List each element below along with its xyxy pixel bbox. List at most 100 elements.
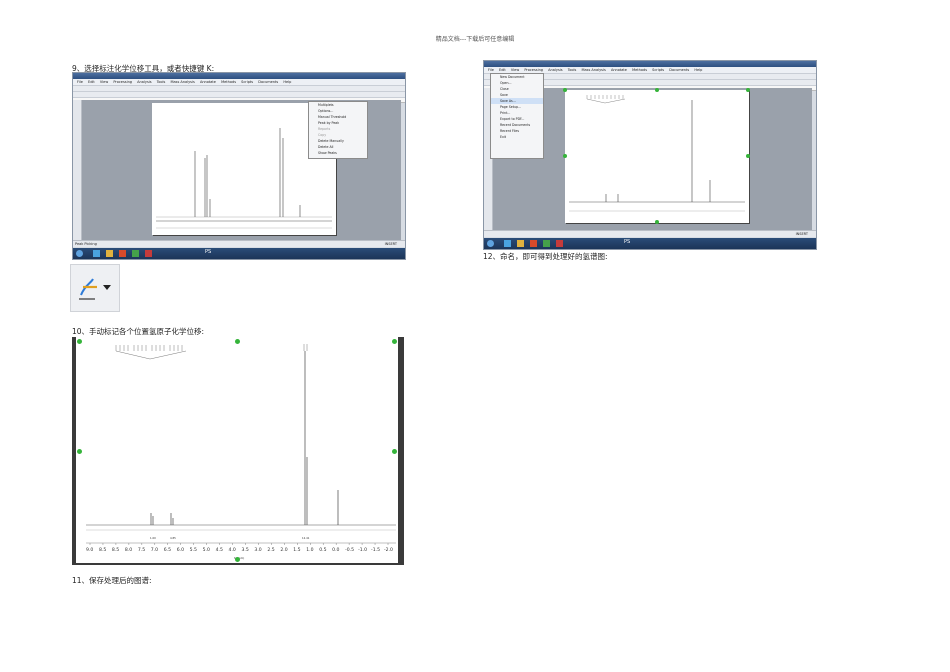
x-tick-label: 8.0 (125, 547, 132, 553)
mestrenova-icon[interactable] (145, 250, 152, 257)
file-menu-exit[interactable]: Exit (491, 134, 543, 140)
integral-3: 12.41 (302, 536, 310, 540)
menu-edit[interactable]: Edit (88, 80, 95, 84)
document-canvas: Multiplets Options... Manual Threshold P… (82, 100, 401, 240)
taskbar: PS (73, 248, 405, 259)
taskbar-ps-label[interactable]: PS (205, 249, 211, 255)
handle-2-top-right[interactable] (746, 88, 750, 92)
menu-processing-2[interactable]: Processing (524, 68, 543, 72)
annotate-context-menu: Multiplets Options... Manual Threshold P… (308, 101, 368, 159)
menu-mass-analysis[interactable]: Mass Analysis (170, 80, 194, 84)
folder-icon[interactable] (106, 250, 113, 257)
taskbar-2: PS (484, 238, 816, 249)
x-tick-label: 5.0 (203, 547, 210, 553)
step-12-caption: 12、命名，即可得到处理好的氢谱图: (483, 252, 608, 261)
chrome-icon[interactable] (119, 250, 126, 257)
menu-annotate-2[interactable]: Annotate (611, 68, 627, 72)
app-icon-2[interactable] (543, 240, 550, 247)
x-tick-label: 1.0 (306, 547, 313, 553)
handle-2-top[interactable] (655, 88, 659, 92)
step-11-caption: 11、保存处理后的图谱: (72, 576, 152, 585)
resize-handle-left[interactable] (77, 449, 82, 454)
menu-view-2[interactable]: View (511, 68, 519, 72)
x-tick-label: 4.0 (229, 547, 236, 553)
menu-scripts[interactable]: Scripts (241, 80, 253, 84)
screenshot-save-spectrum: File Edit View Processing Analysis Tools… (483, 60, 817, 250)
handle-2-top-left[interactable] (563, 88, 567, 92)
ie-icon[interactable] (93, 250, 100, 257)
menu-scripts-2[interactable]: Scripts (652, 68, 664, 72)
resize-handle-top-right[interactable] (392, 339, 397, 344)
step-10-caption: 10、手动标记各个位置氢原子化学位移: (72, 327, 205, 336)
start-orb-icon-2[interactable] (487, 240, 494, 247)
folder-icon-2[interactable] (517, 240, 524, 247)
handle-2-right[interactable] (746, 154, 750, 158)
peak-label-tool-icon[interactable] (71, 265, 119, 311)
menu-processing[interactable]: Processing (113, 80, 132, 84)
status-bar: Peak Picking INSERT (73, 240, 405, 247)
x-tick-label: 6.5 (164, 547, 171, 553)
x-tick-label: 0.5 (319, 547, 326, 553)
start-orb-icon[interactable] (76, 250, 83, 257)
x-tick-label: 6.0 (177, 547, 184, 553)
x-tick-label: 1.5 (293, 547, 300, 553)
status-right-2: INSERT (795, 232, 808, 236)
x-tick-label: 8.5 (112, 547, 119, 553)
resize-handle-right[interactable] (392, 449, 397, 454)
menu-tools-2[interactable]: Tools (568, 68, 577, 72)
x-tick-label: 7.0 (151, 547, 158, 553)
dropdown-arrow-icon (103, 285, 111, 290)
x-tick-label: 3.0 (254, 547, 261, 553)
status-bar-2: INSERT (484, 230, 816, 237)
menu-edit-2[interactable]: Edit (499, 68, 506, 72)
mestrenova-icon-2[interactable] (556, 240, 563, 247)
integral-2: 4.85 (170, 536, 176, 540)
screenshot-manual-labels: 1.00 4.85 12.41 9.0 8.5 8.5 8.0 7.5 7.0 6.5 6.0… (72, 337, 404, 565)
menu-documents[interactable]: Documents (258, 80, 278, 84)
menu-tools[interactable]: Tools (157, 80, 166, 84)
peak-label-tool-zoom (70, 264, 120, 312)
menu-documents-2[interactable]: Documents (669, 68, 689, 72)
resize-handle-top[interactable] (235, 339, 240, 344)
chrome-icon-2[interactable] (530, 240, 537, 247)
screenshot-peak-label-tool: File Edit View Processing Analysis Tools… (72, 72, 406, 260)
menu-item-show-peaks[interactable]: Show Peaks (309, 150, 367, 156)
x-tick-label: -0.5 (345, 547, 354, 553)
menu-view[interactable]: View (100, 80, 108, 84)
integral-1: 1.00 (150, 536, 156, 540)
x-tick-label: 9.0 (86, 547, 93, 553)
menu-annotate[interactable]: Annotate (200, 80, 216, 84)
x-tick-label: 7.5 (138, 547, 145, 553)
file-menu: New Document Open... Close Save Save As.… (490, 73, 544, 159)
menu-bar: File Edit View Processing Analysis Tools… (73, 79, 405, 86)
spectrum-page: 1.00 4.85 12.41 9.0 8.5 8.5 8.0 7.5 7.0 6.5 6.0… (76, 337, 398, 563)
nmr-spectrum-large: 1.00 4.85 12.41 9.0 8.5 8.5 8.0 7.5 7.0 6.5 6.0… (86, 344, 396, 560)
menu-mass-analysis-2[interactable]: Mass Analysis (581, 68, 605, 72)
x-tick-label: 4.5 (216, 547, 223, 553)
page-header: 精品文档---下载后可任意编辑 (435, 36, 515, 43)
x-tick-label: 2.0 (280, 547, 287, 553)
handle-2-bottom[interactable] (655, 220, 659, 224)
menu-help-2[interactable]: Help (694, 68, 702, 72)
status-right: INSERT (384, 242, 397, 246)
menu-methods-2[interactable]: Methods (632, 68, 647, 72)
menu-help[interactable]: Help (283, 80, 291, 84)
status-left: Peak Picking (75, 242, 97, 246)
resize-handle-bottom[interactable] (235, 557, 240, 562)
x-tick-label: 8.5 (99, 547, 106, 553)
spectrum-sheet-2 (563, 88, 750, 224)
menu-file-2[interactable]: File (488, 68, 494, 72)
handle-2-left[interactable] (563, 154, 567, 158)
taskbar-ps-label-2[interactable]: PS (624, 239, 630, 245)
resize-handle-top-left[interactable] (77, 339, 82, 344)
ie-icon-2[interactable] (504, 240, 511, 247)
menu-file[interactable]: File (77, 80, 83, 84)
x-tick-label: 0.0 (332, 547, 339, 553)
x-tick-label: -2.0 (384, 547, 393, 553)
menu-analysis[interactable]: Analysis (137, 80, 151, 84)
menu-methods[interactable]: Methods (221, 80, 236, 84)
x-tick-label: -1.5 (371, 547, 380, 553)
app-icon[interactable] (132, 250, 139, 257)
x-tick-label: 3.5 (241, 547, 248, 553)
menu-analysis-2[interactable]: Analysis (548, 68, 562, 72)
